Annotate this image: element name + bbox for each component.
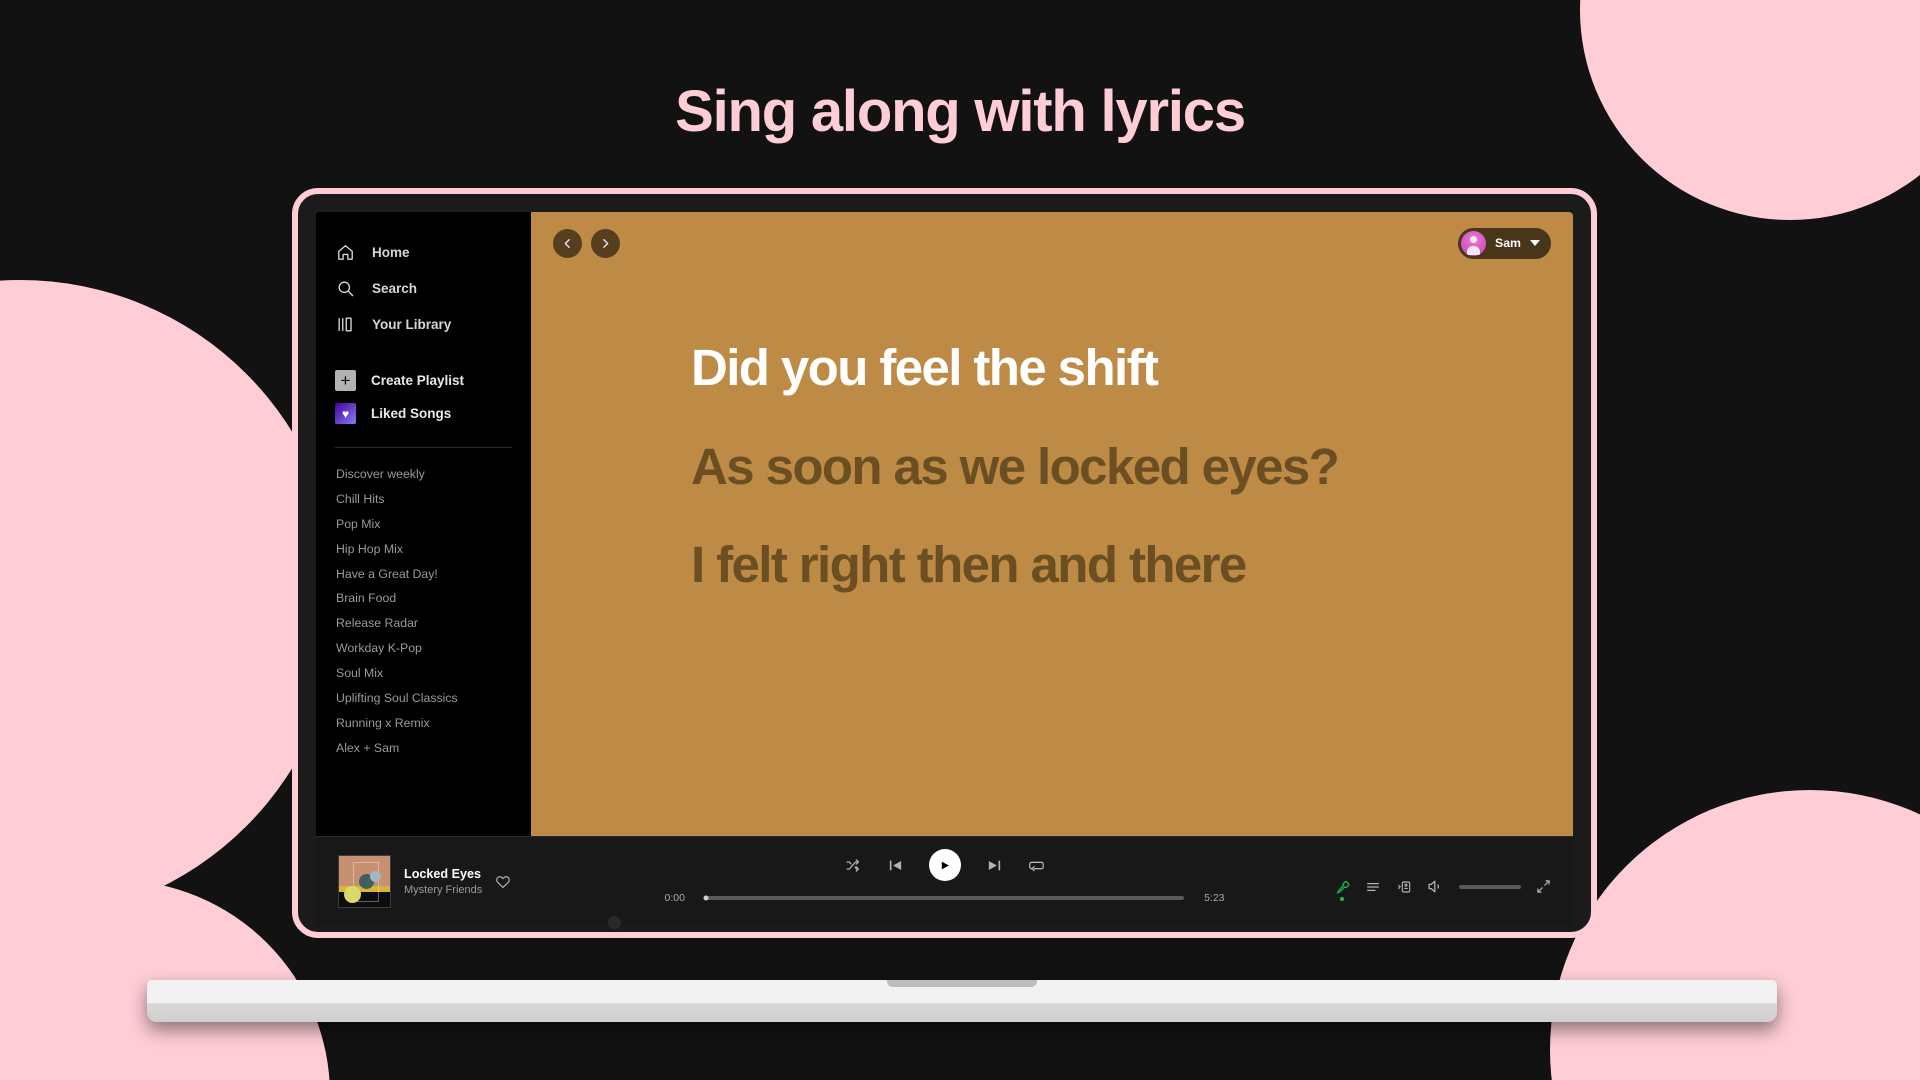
page-title: Sing along with lyrics: [675, 79, 1246, 144]
list-item[interactable]: Chill Hits: [336, 487, 531, 512]
list-item[interactable]: Have a Great Day!: [336, 562, 531, 587]
list-item[interactable]: Brain Food: [336, 586, 531, 611]
liked-songs-button[interactable]: ♥ Liked Songs: [316, 397, 531, 430]
profile-menu-button[interactable]: Sam: [1458, 227, 1551, 259]
search-icon: [334, 277, 356, 299]
create-playlist-button[interactable]: + Create Playlist: [316, 364, 531, 397]
heart-icon: ♥: [335, 403, 356, 424]
sidebar-item-home[interactable]: Home: [316, 234, 531, 270]
liked-songs-label: Liked Songs: [371, 406, 452, 421]
sidebar-item-your-library[interactable]: Your Library: [316, 306, 531, 342]
list-item[interactable]: Alex + Sam: [336, 736, 531, 761]
player-center-controls: 0:00 5:23: [665, 849, 1225, 904]
library-icon: [334, 313, 356, 335]
decorative-blob-bottom-right: [1550, 790, 1920, 1080]
microphone-icon[interactable]: [1334, 879, 1350, 901]
list-item[interactable]: Uplifting Soul Classics: [336, 686, 531, 711]
list-item[interactable]: Hip Hop Mix: [336, 537, 531, 562]
lyrics-view: Sam Did you feel the shift As soon as we…: [531, 212, 1573, 836]
back-button[interactable]: [553, 228, 582, 258]
sidebar-item-label: Home: [372, 244, 410, 260]
queue-icon[interactable]: [1365, 879, 1381, 895]
sidebar-actions: + Create Playlist ♥ Liked Songs: [316, 364, 531, 430]
top-bar: Sam: [531, 212, 1573, 274]
active-indicator-dot: [1340, 896, 1344, 901]
lyric-line[interactable]: As soon as we locked eyes?: [691, 438, 1411, 496]
fullscreen-icon[interactable]: [1536, 879, 1551, 894]
laptop-notch: [887, 980, 1037, 987]
lyric-line[interactable]: I felt right then and there: [691, 537, 1411, 594]
sidebar: Home Search Your Library + Create Playli…: [316, 212, 531, 836]
repeat-icon[interactable]: [1028, 857, 1045, 874]
track-title[interactable]: Locked Eyes: [404, 867, 482, 881]
create-playlist-label: Create Playlist: [371, 373, 465, 388]
app-body: Home Search Your Library + Create Playli…: [316, 212, 1573, 836]
transport-controls: [845, 849, 1045, 881]
profile-name: Sam: [1495, 236, 1521, 250]
sidebar-item-label: Your Library: [372, 316, 452, 332]
volume-slider[interactable]: [1459, 884, 1521, 889]
play-button[interactable]: [928, 849, 961, 881]
list-item[interactable]: Release Radar: [336, 611, 531, 636]
previous-track-icon[interactable]: [887, 857, 904, 874]
forward-button[interactable]: [591, 228, 620, 258]
player-right-controls: [1334, 878, 1551, 901]
volume-icon[interactable]: [1427, 878, 1444, 895]
list-item[interactable]: Running x Remix: [336, 711, 531, 736]
track-artist[interactable]: Mystery Friends: [404, 884, 482, 896]
sidebar-item-search[interactable]: Search: [316, 270, 531, 306]
heart-outline-icon[interactable]: [495, 874, 511, 890]
lyrics-container: Did you feel the shift As soon as we loc…: [691, 339, 1513, 636]
laptop-screen: Home Search Your Library + Create Playli…: [316, 212, 1573, 926]
laptop-base: [147, 980, 1777, 1022]
avatar: [1461, 230, 1487, 256]
album-art[interactable]: [338, 855, 391, 908]
laptop-hinge-dot: [608, 916, 621, 929]
sidebar-item-label: Search: [372, 280, 418, 296]
list-item[interactable]: Pop Mix: [336, 512, 531, 537]
home-icon: [334, 241, 356, 263]
list-item[interactable]: Discover weekly: [336, 462, 531, 487]
player-bar: Locked Eyes Mystery Friends 0:00 5:23: [316, 836, 1573, 926]
chevron-down-icon: [1530, 240, 1540, 246]
progress-slider[interactable]: [703, 895, 1184, 901]
list-item[interactable]: Soul Mix: [336, 661, 531, 686]
progress-knob[interactable]: [703, 895, 708, 901]
lyric-line-active[interactable]: Did you feel the shift: [691, 339, 1411, 397]
plus-icon: +: [335, 370, 356, 391]
list-item[interactable]: Workday K-Pop: [336, 636, 531, 661]
laptop-frame: Home Search Your Library + Create Playli…: [292, 188, 1597, 938]
connect-device-icon[interactable]: [1396, 879, 1412, 895]
shuffle-icon[interactable]: [845, 857, 862, 874]
now-playing: Locked Eyes Mystery Friends: [338, 855, 606, 908]
playlist-list: Discover weekly Chill Hits Pop Mix Hip H…: [316, 448, 531, 767]
decorative-blob-left: [0, 280, 340, 920]
next-track-icon[interactable]: [986, 857, 1003, 874]
now-playing-text: Locked Eyes Mystery Friends: [404, 867, 482, 896]
current-time: 0:00: [664, 892, 685, 904]
progress-row: 0:00 5:23: [665, 892, 1225, 904]
total-time: 5:23: [1204, 892, 1225, 904]
